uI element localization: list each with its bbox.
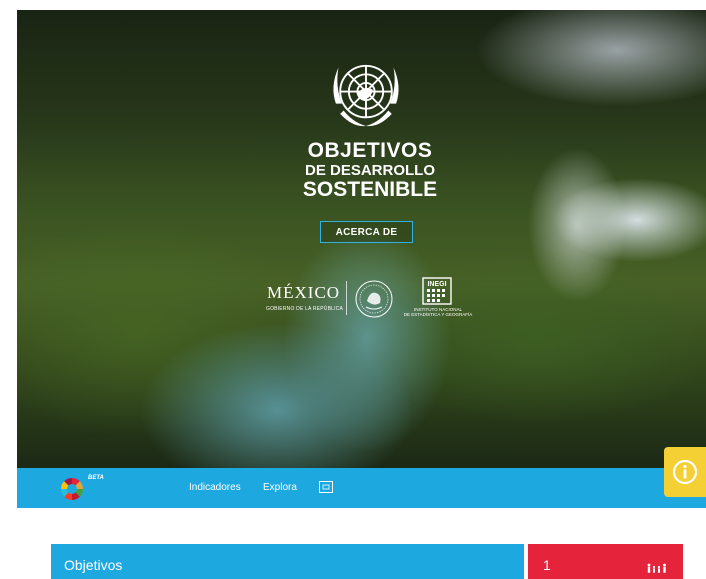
mexico-seal-icon: [355, 280, 393, 318]
inegi-logo-icon: INEGI: [422, 277, 452, 305]
logo-divider: [346, 281, 347, 315]
about-button[interactable]: ACERCA DE: [320, 221, 413, 243]
title-line-3: SOSTENIBLE: [302, 178, 438, 201]
title-line-2: DE DESARROLLO: [304, 162, 435, 179]
nav-indicadores[interactable]: Indicadores: [189, 482, 241, 493]
inegi-text: INSTITUTO NACIONAL DE ESTADÍSTICA Y GEOG…: [402, 307, 474, 317]
poverty-family-icon: [647, 563, 666, 573]
mexico-logo-text: MÉXICO: [267, 283, 341, 302]
page: OBJETIVOS DE DESARROLLO SOSTENIBLE ACERC…: [0, 0, 706, 579]
map-glyph: [322, 484, 330, 490]
title-line-1: OBJETIVOS: [307, 139, 433, 162]
map-icon[interactable]: [319, 481, 333, 493]
objetivos-header: Objetivos: [51, 544, 524, 579]
partner-logos: MÉXICO GOBIERNO DE LA REPÚBLICA INEGI IN: [262, 277, 482, 327]
beta-badge: BETA: [88, 475, 104, 481]
info-icon: [672, 459, 698, 485]
info-button[interactable]: [664, 447, 706, 497]
inegi-line-2: DE ESTADÍSTICA Y GEOGRAFÍA: [403, 312, 473, 318]
gobierno-text: GOBIERNO DE LA REPÚBLICA: [266, 306, 344, 312]
sdg-wheel-icon[interactable]: [60, 477, 84, 501]
goal-card-1[interactable]: 1: [528, 544, 683, 579]
inegi-logo-text: INEGI: [427, 281, 446, 288]
nav-explora[interactable]: Explora: [263, 482, 297, 493]
hero-banner: OBJETIVOS DE DESARROLLO SOSTENIBLE ACERC…: [17, 10, 706, 468]
goal-card-number: 1: [543, 557, 551, 573]
hero-title: OBJETIVOS DE DESARROLLO SOSTENIBLE: [300, 140, 440, 200]
un-emblem-icon: [333, 64, 399, 127]
top-navbar: BETA Indicadores Explora: [17, 468, 706, 508]
